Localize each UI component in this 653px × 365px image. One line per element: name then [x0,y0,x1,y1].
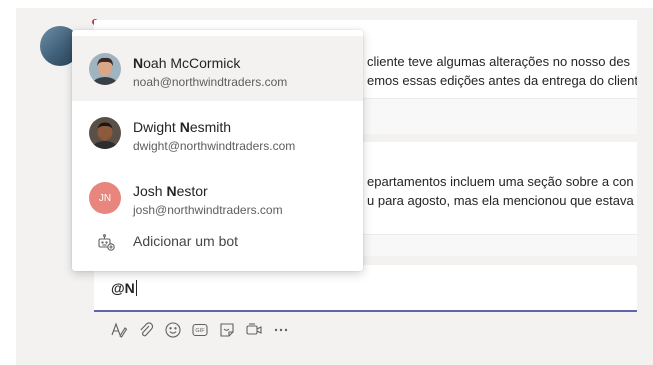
meet-now-icon[interactable] [243,319,265,341]
mention-name: Josh Nestor [133,183,208,199]
text-caret [135,280,137,296]
mention-item-noah[interactable]: Noah McCormick noah@northwindtraders.com [72,36,363,101]
mention-name: Noah McCormick [133,55,241,71]
mention-item-josh[interactable]: JN Josh Nestor josh@northwindtraders.com [72,166,363,231]
compose-box[interactable]: @N [94,265,637,312]
message-text-line: epartamentos incluem uma seção sobre a c… [367,174,634,189]
compose-input[interactable]: @N [111,280,137,296]
message-text-line: u para agosto, mas ela mencionou que est… [367,193,634,208]
message-text-line: cliente teve algumas alterações no nosso… [367,54,631,69]
mention-email: noah@northwindtraders.com [133,75,288,89]
gif-icon[interactable]: GIF [189,319,211,341]
mention-suggestions: Noah McCormick noah@northwindtraders.com… [72,30,363,271]
initials-avatar: JN [89,182,121,214]
compose-toolbar: GIF [108,318,297,342]
mention-email: dwight@northwindtraders.com [133,139,296,153]
avatar [89,117,121,149]
attach-icon[interactable] [135,319,157,341]
sticker-icon[interactable] [216,319,238,341]
more-options-icon[interactable] [270,319,292,341]
mention-name: Dwight Nesmith [133,119,232,135]
mention-item-dwight[interactable]: Dwight Nesmith dwight@northwindtraders.c… [72,101,363,166]
mention-email: josh@northwindtraders.com [133,203,283,217]
format-icon[interactable] [108,319,130,341]
svg-text:GIF: GIF [195,328,205,334]
add-bot-label: Adicionar um bot [133,233,239,249]
bot-icon [96,232,116,252]
avatar [89,53,121,85]
emoji-icon[interactable] [162,319,184,341]
message-text-line: emos essas edições antes da entrega do c… [367,73,637,88]
